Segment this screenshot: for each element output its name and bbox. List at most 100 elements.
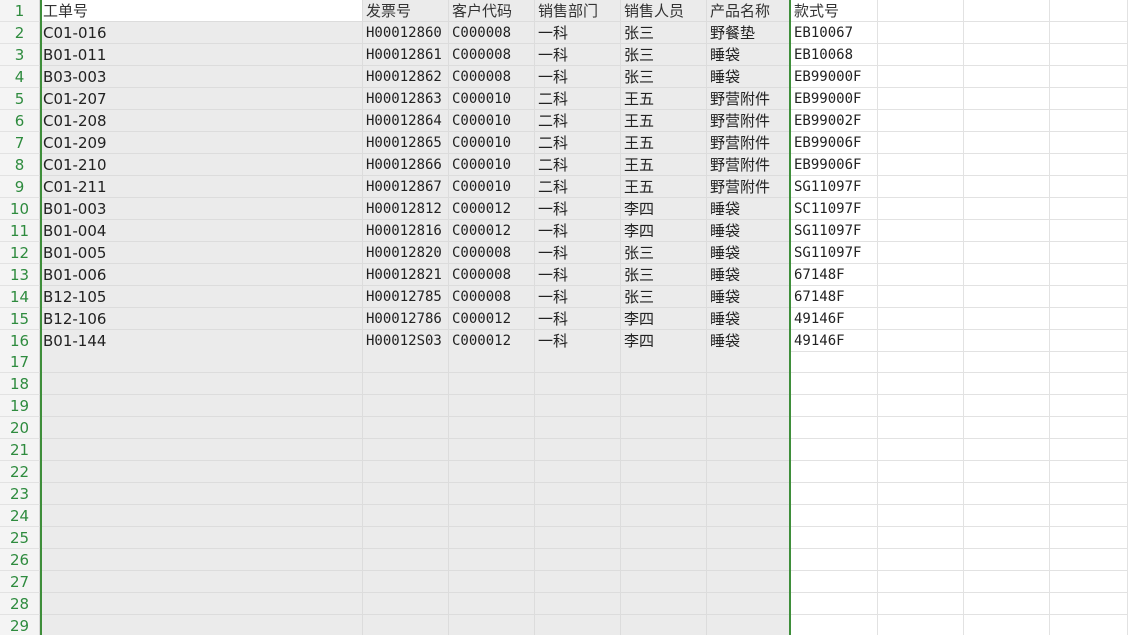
spreadsheet-grid[interactable]: 1 工单号 发票号 客户代码 销售部门 销售人员 产品名称 款式号 2 C01-016 H00012… (0, 0, 1128, 635)
empty-cell[interactable] (964, 264, 1050, 286)
empty-cell[interactable] (964, 132, 1050, 154)
empty-cell[interactable] (707, 505, 791, 527)
table-cell[interactable]: EB99006F (791, 154, 878, 176)
row-number[interactable]: 8 (0, 154, 40, 176)
table-cell[interactable]: H00012863 (363, 88, 449, 110)
empty-cell[interactable] (964, 242, 1050, 264)
table-cell[interactable]: 49146F (791, 308, 878, 330)
table-cell[interactable]: B01-006 (40, 264, 363, 286)
table-cell[interactable]: H00012786 (363, 308, 449, 330)
empty-cell[interactable] (964, 220, 1050, 242)
empty-cell[interactable] (878, 461, 964, 483)
empty-cell[interactable] (1050, 198, 1128, 220)
row-number[interactable]: 19 (0, 395, 40, 417)
row-number[interactable]: 26 (0, 549, 40, 571)
row-number[interactable]: 23 (0, 483, 40, 505)
row-number[interactable]: 18 (0, 373, 40, 395)
empty-cell[interactable] (878, 264, 964, 286)
empty-cell[interactable] (964, 373, 1050, 395)
table-cell[interactable]: H00012821 (363, 264, 449, 286)
row-number[interactable]: 5 (0, 88, 40, 110)
row-number[interactable]: 22 (0, 461, 40, 483)
empty-cell[interactable] (964, 176, 1050, 198)
table-cell[interactable]: B01-011 (40, 44, 363, 66)
empty-cell[interactable] (449, 373, 535, 395)
table-cell[interactable]: C000008 (449, 22, 535, 44)
empty-cell[interactable] (878, 286, 964, 308)
table-cell[interactable]: B01-005 (40, 242, 363, 264)
table-cell[interactable]: 二科 (535, 88, 621, 110)
empty-cell[interactable] (791, 549, 878, 571)
empty-cell[interactable] (878, 154, 964, 176)
empty-cell[interactable] (791, 395, 878, 417)
empty-cell[interactable] (363, 483, 449, 505)
empty-cell[interactable] (535, 593, 621, 615)
empty-cell[interactable] (964, 615, 1050, 635)
column-header-cell[interactable]: 销售人员 (621, 0, 707, 22)
empty-cell[interactable] (878, 176, 964, 198)
empty-cell[interactable] (878, 110, 964, 132)
table-cell[interactable]: H00012820 (363, 242, 449, 264)
row-number[interactable]: 11 (0, 220, 40, 242)
empty-cell[interactable] (1050, 176, 1128, 198)
empty-cell[interactable] (878, 0, 964, 22)
empty-cell[interactable] (40, 351, 363, 373)
table-cell[interactable]: 一科 (535, 286, 621, 308)
row-number[interactable]: 21 (0, 439, 40, 461)
empty-cell[interactable] (363, 615, 449, 635)
table-cell[interactable]: 睡袋 (707, 286, 791, 308)
empty-cell[interactable] (878, 44, 964, 66)
table-cell[interactable]: B03-003 (40, 66, 363, 88)
table-cell[interactable]: 一科 (535, 308, 621, 330)
table-cell[interactable]: 张三 (621, 242, 707, 264)
empty-cell[interactable] (791, 351, 878, 373)
table-cell[interactable]: 王五 (621, 176, 707, 198)
empty-cell[interactable] (1050, 44, 1128, 66)
empty-cell[interactable] (363, 395, 449, 417)
table-cell[interactable]: C000012 (449, 330, 535, 352)
table-cell[interactable]: 睡袋 (707, 242, 791, 264)
table-cell[interactable]: C000010 (449, 110, 535, 132)
empty-cell[interactable] (964, 88, 1050, 110)
empty-cell[interactable] (621, 549, 707, 571)
empty-cell[interactable] (40, 461, 363, 483)
empty-cell[interactable] (449, 527, 535, 549)
empty-cell[interactable] (535, 351, 621, 373)
empty-cell[interactable] (791, 571, 878, 593)
empty-cell[interactable] (1050, 0, 1128, 22)
table-cell[interactable]: 野营附件 (707, 110, 791, 132)
empty-cell[interactable] (964, 571, 1050, 593)
empty-cell[interactable] (707, 351, 791, 373)
table-cell[interactable]: SG11097F (791, 220, 878, 242)
column-header-cell[interactable]: 工单号 (40, 0, 363, 22)
empty-cell[interactable] (449, 483, 535, 505)
empty-cell[interactable] (964, 308, 1050, 330)
empty-cell[interactable] (878, 22, 964, 44)
table-cell[interactable]: H00012816 (363, 220, 449, 242)
column-header-cell[interactable]: 发票号 (363, 0, 449, 22)
empty-cell[interactable] (1050, 373, 1128, 395)
table-cell[interactable]: C000010 (449, 132, 535, 154)
empty-cell[interactable] (621, 395, 707, 417)
empty-cell[interactable] (964, 286, 1050, 308)
empty-cell[interactable] (40, 483, 363, 505)
table-cell[interactable]: H00012862 (363, 66, 449, 88)
empty-cell[interactable] (449, 351, 535, 373)
empty-cell[interactable] (878, 593, 964, 615)
table-cell[interactable]: 一科 (535, 44, 621, 66)
empty-cell[interactable] (964, 527, 1050, 549)
table-cell[interactable]: 睡袋 (707, 308, 791, 330)
table-cell[interactable]: C01-210 (40, 154, 363, 176)
empty-cell[interactable] (621, 461, 707, 483)
empty-cell[interactable] (878, 198, 964, 220)
table-cell[interactable]: C000012 (449, 308, 535, 330)
empty-cell[interactable] (621, 439, 707, 461)
empty-cell[interactable] (707, 395, 791, 417)
table-cell[interactable]: B12-106 (40, 308, 363, 330)
row-number[interactable]: 14 (0, 286, 40, 308)
empty-cell[interactable] (1050, 571, 1128, 593)
empty-cell[interactable] (1050, 308, 1128, 330)
table-cell[interactable]: C01-207 (40, 88, 363, 110)
empty-cell[interactable] (964, 154, 1050, 176)
table-cell[interactable]: EB99002F (791, 110, 878, 132)
